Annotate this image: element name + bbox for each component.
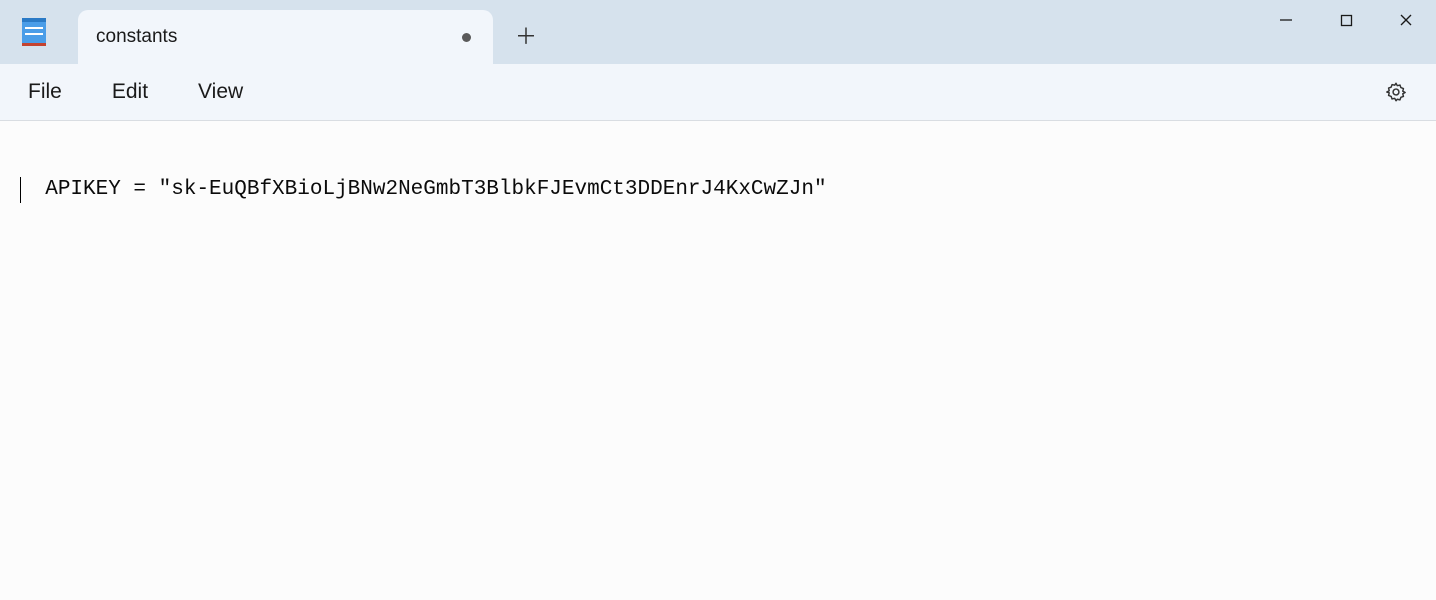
menu-edit[interactable]: Edit [96,72,164,112]
plus-icon: ＋ [515,19,537,51]
tab-constants[interactable]: constants [78,10,493,64]
gear-icon [1385,81,1407,103]
titlebar: constants ＋ [0,0,1436,64]
maximize-icon [1340,14,1353,27]
modified-indicator-icon [462,33,471,42]
maximize-button[interactable] [1316,0,1376,40]
settings-button[interactable] [1376,72,1416,112]
tab-title: constants [96,26,177,48]
editor-content: APIKEY = "sk-EuQBfXBioLjBNw2NeGmbT3BlbkF… [45,178,826,201]
close-button[interactable] [1376,0,1436,40]
close-icon [1399,13,1413,27]
minimize-icon [1279,13,1293,27]
new-tab-button[interactable]: ＋ [503,12,549,58]
text-cursor [20,177,21,203]
window-controls [1256,0,1436,40]
menubar: File Edit View [0,64,1436,121]
minimize-button[interactable] [1256,0,1316,40]
menu-view[interactable]: View [182,72,259,112]
app-icon [22,18,50,46]
menu-file[interactable]: File [12,72,78,112]
editor-area[interactable]: APIKEY = "sk-EuQBfXBioLjBNw2NeGmbT3BlbkF… [0,121,1436,600]
